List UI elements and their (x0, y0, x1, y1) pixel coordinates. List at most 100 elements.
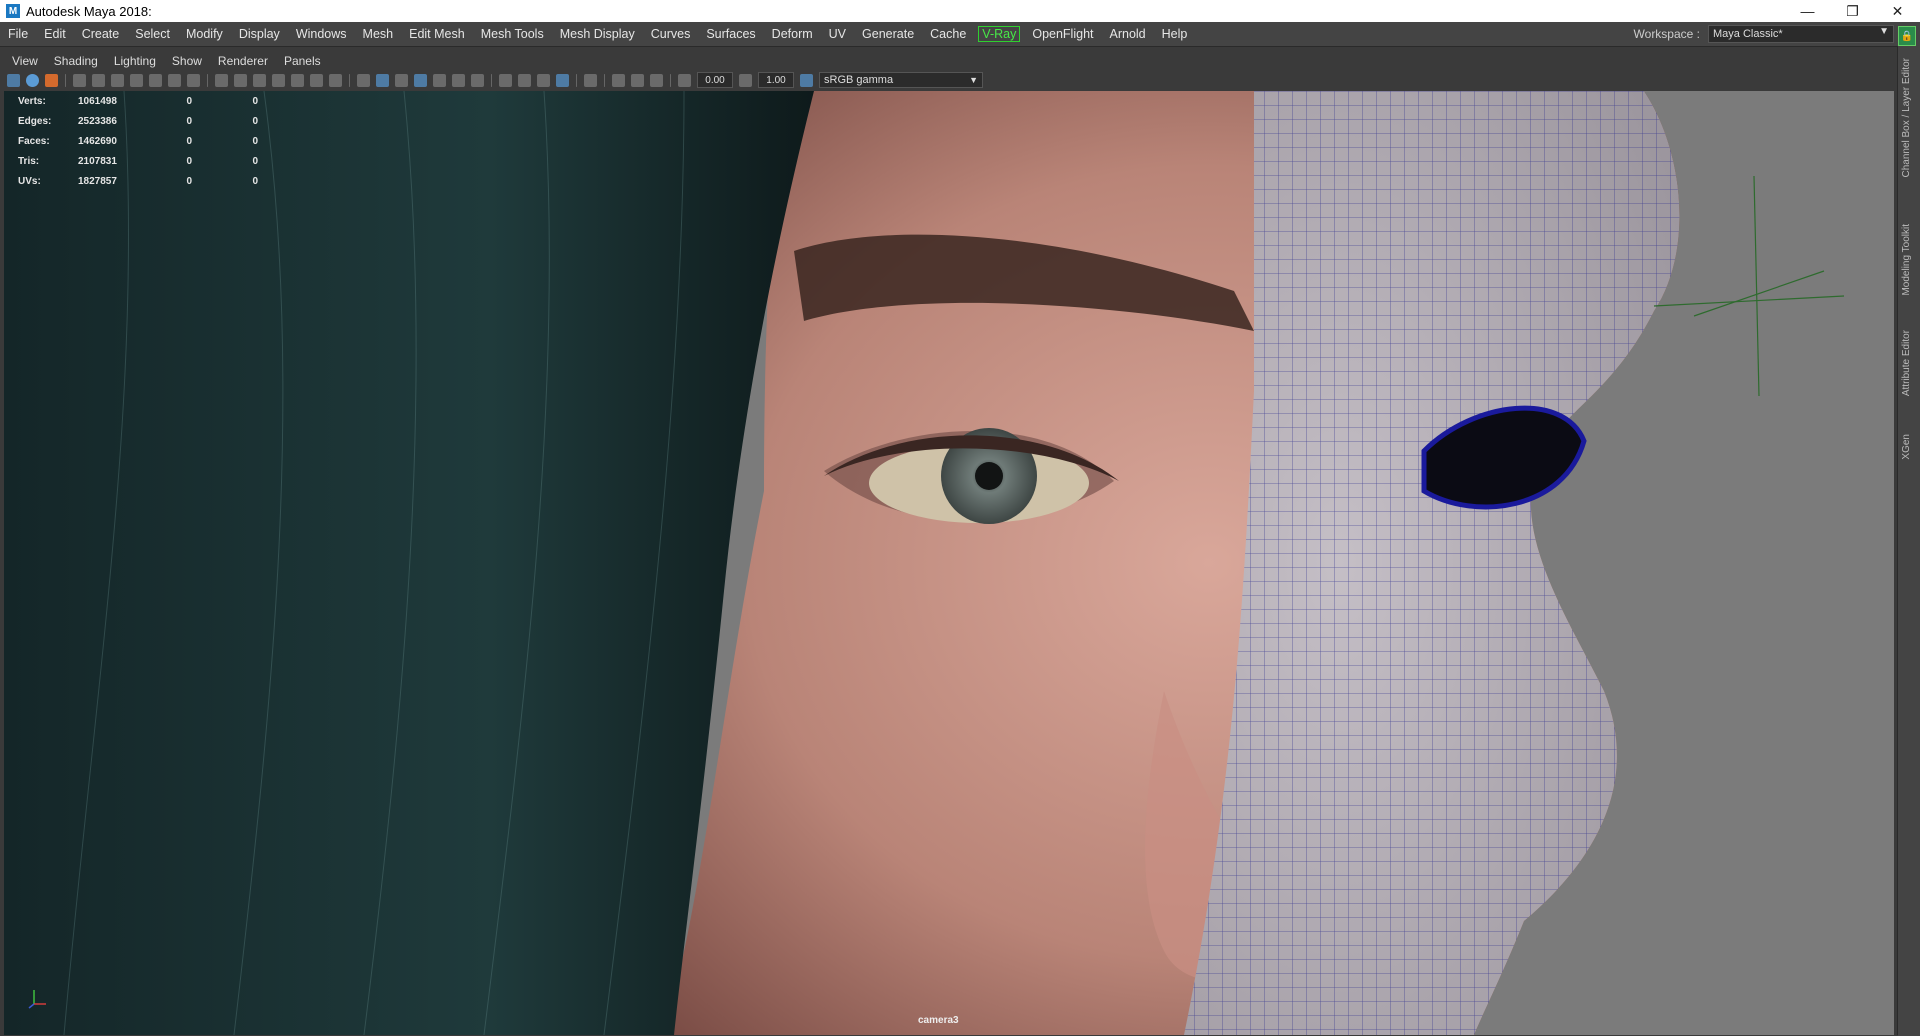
gamma-icon[interactable] (739, 73, 752, 87)
resolution-gate-icon[interactable] (253, 73, 266, 87)
default-material-icon[interactable] (395, 73, 408, 87)
camera-bookmark-icon[interactable] (130, 73, 143, 87)
chevron-down-icon: ▼ (1879, 26, 1889, 37)
color-space-value: sRGB gamma (824, 74, 894, 86)
3d-viewport[interactable]: Verts: 1061498 0 0 Edges: 2523386 0 0 Fa… (4, 91, 1894, 1035)
menu-create[interactable]: Create (74, 27, 128, 41)
hud-row-uvs: UVs: 1827857 0 0 (18, 175, 258, 187)
toolbar-divider (576, 73, 577, 87)
exposure-field[interactable]: 0.00 (697, 72, 733, 88)
hud-row-faces: Faces: 1462690 0 0 (18, 135, 258, 147)
anti-aliasing-icon[interactable] (537, 73, 550, 87)
wireframe-on-shaded-icon[interactable] (414, 73, 427, 87)
depth-of-field-icon[interactable] (556, 73, 569, 87)
menu-deform[interactable]: Deform (764, 27, 821, 41)
close-icon[interactable]: ✕ (1875, 0, 1920, 22)
gate-mask-icon[interactable] (272, 73, 285, 87)
toolbar-divider (670, 73, 671, 87)
menu-mesh-tools[interactable]: Mesh Tools (473, 27, 552, 41)
window-controls: — ❐ ✕ (1785, 0, 1920, 22)
axis-gizmo-icon (28, 990, 46, 1009)
menu-uv[interactable]: UV (821, 27, 854, 41)
menu-mesh-display[interactable]: Mesh Display (552, 27, 643, 41)
filter-icon[interactable] (149, 73, 162, 87)
toolbar-divider (491, 73, 492, 87)
film-gate-icon[interactable] (234, 73, 247, 87)
field-chart-icon[interactable] (291, 73, 304, 87)
tab-modeling-toolkit[interactable]: Modeling Toolkit (1901, 224, 1912, 296)
toolbar-divider (349, 73, 350, 87)
wireframe-icon[interactable] (357, 73, 370, 87)
render-view (4, 91, 1894, 1035)
menu-openflight[interactable]: OpenFlight (1024, 27, 1101, 41)
chevron-down-icon: ▼ (969, 75, 978, 85)
color-management-icon[interactable] (800, 73, 813, 87)
grid-icon[interactable] (215, 73, 228, 87)
camera-attributes-icon[interactable] (26, 73, 39, 87)
toolbar-divider (207, 73, 208, 87)
panel-menu-renderer[interactable]: Renderer (210, 54, 276, 68)
menu-select[interactable]: Select (127, 27, 178, 41)
safe-action-icon[interactable] (310, 73, 323, 87)
toolbar-divider (65, 73, 66, 87)
gamma-field[interactable]: 1.00 (758, 72, 794, 88)
workspace-label: Workspace : (1633, 27, 1700, 41)
menu-modify[interactable]: Modify (178, 27, 231, 41)
toolbar-divider (604, 73, 605, 87)
shadows-icon[interactable] (471, 73, 484, 87)
bookmark-icon[interactable] (45, 73, 58, 87)
menu-cache[interactable]: Cache (922, 27, 974, 41)
tab-channel-box[interactable]: Channel Box / Layer Editor (1901, 58, 1912, 178)
panel-menu-show[interactable]: Show (164, 54, 210, 68)
smooth-shade-icon[interactable] (376, 73, 389, 87)
menu-arnold[interactable]: Arnold (1102, 27, 1154, 41)
xray-icon[interactable] (612, 73, 625, 87)
menu-surfaces[interactable]: Surfaces (698, 27, 763, 41)
select-camera-icon[interactable] (7, 73, 20, 87)
menu-generate[interactable]: Generate (854, 27, 922, 41)
maya-logo-icon: M (6, 4, 20, 18)
tab-xgen[interactable]: XGen (1901, 434, 1912, 460)
xray-joints-icon[interactable] (631, 73, 644, 87)
color-space-dropdown[interactable]: sRGB gamma ▼ (819, 72, 983, 88)
use-all-lights-icon[interactable] (452, 73, 465, 87)
workspace-dropdown[interactable]: Maya Classic* ▼ (1708, 25, 1894, 43)
title-bar: M Autodesk Maya 2018: — ❐ ✕ (0, 0, 1920, 22)
2d-pan-zoom-icon[interactable] (92, 73, 105, 87)
menu-curves[interactable]: Curves (643, 27, 699, 41)
menu-windows[interactable]: Windows (288, 27, 355, 41)
camera-name-label: camera3 (918, 1015, 959, 1026)
grease-pencil-icon[interactable] (111, 73, 124, 87)
restore-icon[interactable]: ❐ (1830, 0, 1875, 22)
menu-edit[interactable]: Edit (36, 27, 74, 41)
menu-display[interactable]: Display (231, 27, 288, 41)
menu-file[interactable]: File (0, 27, 36, 41)
menu-edit-mesh[interactable]: Edit Mesh (401, 27, 473, 41)
window-title: Autodesk Maya 2018: (26, 3, 152, 19)
lock-icon[interactable]: 🔒 (1898, 26, 1916, 46)
menu-mesh[interactable]: Mesh (355, 27, 402, 41)
workspace-value: Maya Classic* (1713, 28, 1783, 40)
panel-menu-lighting[interactable]: Lighting (106, 54, 164, 68)
minimize-icon[interactable]: — (1785, 0, 1830, 22)
tab-attribute-editor[interactable]: Attribute Editor (1901, 330, 1912, 396)
pencil-icon[interactable] (187, 73, 200, 87)
panel-menu-shading[interactable]: Shading (46, 54, 106, 68)
isolate-select-icon[interactable] (584, 73, 597, 87)
panel-toolbar: 0.00 1.00 sRGB gamma ▼ (4, 71, 1894, 89)
menu-vray[interactable]: V-Ray (978, 26, 1021, 42)
textured-icon[interactable] (433, 73, 446, 87)
safe-title-icon[interactable] (329, 73, 342, 87)
motion-blur-icon[interactable] (518, 73, 531, 87)
screen-space-ao-icon[interactable] (499, 73, 512, 87)
panel-menu-view[interactable]: View (4, 54, 46, 68)
exposure-icon[interactable] (678, 73, 691, 87)
backface-culling-icon[interactable] (650, 73, 663, 87)
hud-row-verts: Verts: 1061498 0 0 (18, 95, 258, 107)
menu-help[interactable]: Help (1154, 27, 1196, 41)
workspace-selector: Workspace : Maya Classic* ▼ (1634, 25, 1894, 43)
image-plane-icon[interactable] (73, 73, 86, 87)
panel-menu-panels[interactable]: Panels (276, 54, 329, 68)
magnet-icon[interactable] (168, 73, 181, 87)
hud-row-edges: Edges: 2523386 0 0 (18, 115, 258, 127)
